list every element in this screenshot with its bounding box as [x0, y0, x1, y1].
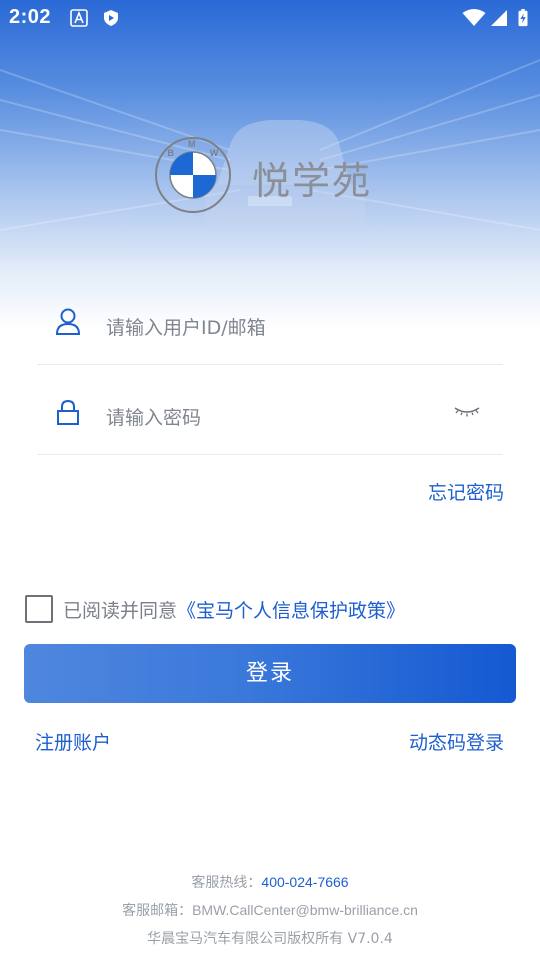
agreement-text: 已阅读并同意《宝马个人信息保护政策》 — [63, 596, 405, 623]
hotline-label: 客服热线： — [191, 875, 262, 891]
footer-email: 客服邮箱：BMW.CallCenter@bmw-brilliance.cn — [0, 900, 540, 920]
hotline-number[interactable]: 400-024-7666 — [261, 874, 348, 890]
bmw-logo: B M W — [154, 136, 232, 214]
logo-letter-b: B — [167, 148, 174, 158]
login-button[interactable]: 登录 — [24, 644, 516, 703]
register-account-link[interactable]: 注册账户 — [35, 728, 111, 755]
user-id-placeholder[interactable]: 请输入用户ID/邮箱 — [106, 313, 266, 340]
shield-play-icon — [104, 10, 118, 26]
status-time: 2:02 — [9, 6, 52, 28]
signal-icon — [491, 10, 507, 26]
user-id-field[interactable]: 请输入用户ID/邮箱 — [37, 294, 503, 365]
sms-code-login-link[interactable]: 动态码登录 — [409, 728, 504, 755]
forgot-password-link[interactable]: 忘记密码 — [428, 478, 504, 505]
footer-copyright: 华晨宝马汽车有限公司版权所有 V7.0.4 — [0, 928, 540, 948]
status-bar: 2:02 — [0, 0, 540, 36]
lock-icon — [57, 399, 79, 425]
agreement-checkbox[interactable] — [25, 595, 53, 623]
footer-hotline: 客服热线：400-024-7666 — [0, 872, 540, 892]
text-recognition-icon — [70, 9, 88, 27]
email-address: BMW.CallCenter@bmw-brilliance.cn — [192, 902, 418, 918]
wifi-icon — [462, 9, 486, 26]
app-brand-name: 悦学苑 — [252, 159, 373, 203]
privacy-policy-link[interactable]: 《宝马个人信息保护政策》 — [177, 600, 405, 622]
agreement-prefix: 已阅读并同意 — [63, 600, 178, 622]
battery-charging-icon — [518, 9, 528, 27]
eye-closed-icon[interactable] — [453, 404, 481, 418]
logo-letter-m: M — [188, 139, 196, 149]
email-label: 客服邮箱： — [122, 903, 193, 919]
copyright-text: 华晨宝马汽车有限公司版权所有 V7.0.4 — [147, 931, 393, 947]
agreement-row: 已阅读并同意《宝马个人信息保护政策》 — [24, 594, 524, 624]
logo-letter-w: W — [210, 148, 219, 158]
user-icon — [55, 308, 81, 335]
password-placeholder[interactable]: 请输入密码 — [106, 403, 201, 430]
password-field[interactable]: 请输入密码 — [37, 384, 503, 455]
